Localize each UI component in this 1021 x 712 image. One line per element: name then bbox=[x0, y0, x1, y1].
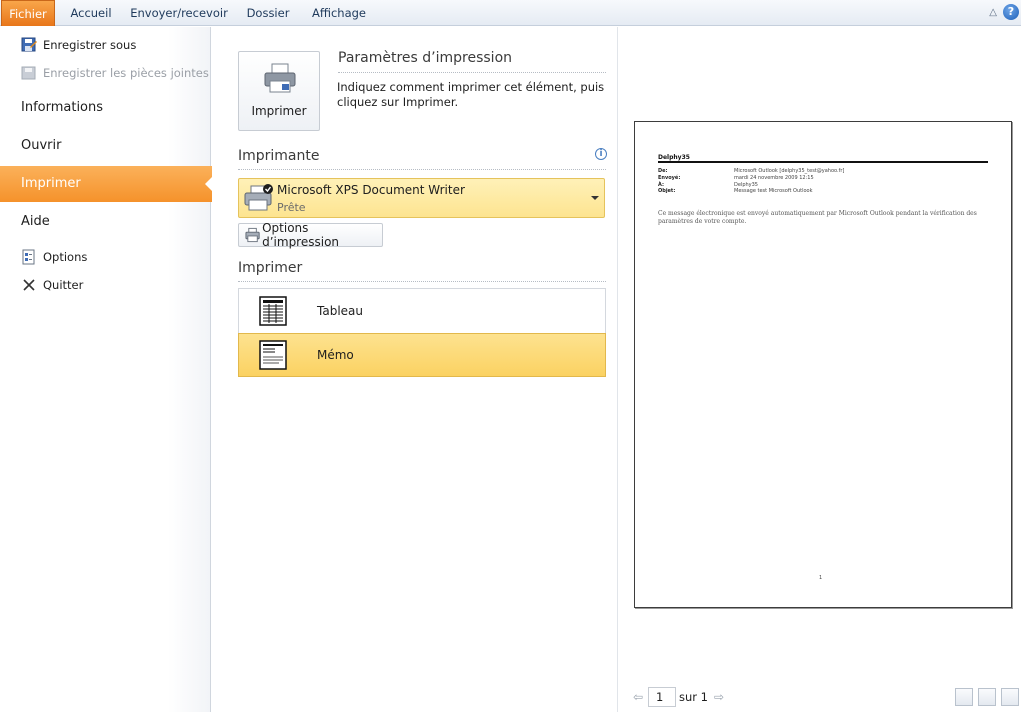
nav-tab-ouvrir[interactable]: Ouvrir bbox=[0, 128, 210, 164]
info-icon[interactable]: i bbox=[595, 148, 607, 160]
close-icon bbox=[21, 277, 37, 293]
tab-accueil[interactable]: Accueil bbox=[60, 0, 122, 26]
preview-body: Ce message électronique est envoyé autom… bbox=[658, 210, 977, 225]
backstage-nav: Enregistrer sous Enregistrer les pièces … bbox=[0, 27, 213, 712]
quit-label: Quitter bbox=[43, 278, 84, 292]
page-total-label: sur 1 bbox=[679, 690, 708, 704]
print-settings-title: Paramètres d’impression bbox=[338, 50, 513, 66]
print-settings-description: Indiquez comment imprimer cet élément, p… bbox=[337, 80, 605, 109]
table-style-icon bbox=[259, 296, 287, 326]
save-as-icon bbox=[21, 37, 37, 53]
zoom-controls bbox=[955, 688, 1019, 706]
print-options-label: Options d’impression bbox=[262, 221, 340, 249]
memo-style-icon bbox=[259, 340, 287, 370]
zoom-to-page-icon[interactable] bbox=[955, 688, 973, 706]
print-preview-area: Delphy35 De: Microsoft Outlook [delphy35… bbox=[619, 27, 1021, 712]
style-label-memo: Mémo bbox=[317, 348, 354, 362]
divider bbox=[238, 169, 606, 170]
printer-icon bbox=[264, 63, 296, 93]
preview-rule bbox=[658, 161, 988, 163]
quit-button[interactable]: Quitter bbox=[0, 272, 210, 298]
multiple-pages-icon[interactable] bbox=[1001, 688, 1019, 706]
preview-page[interactable]: Delphy35 De: Microsoft Outlook [delphy35… bbox=[634, 121, 1012, 608]
printer-ready-icon bbox=[244, 184, 273, 211]
divider bbox=[238, 281, 606, 282]
preview-page-number: 1 bbox=[819, 575, 823, 581]
nav-tab-imprimer[interactable]: Imprimer bbox=[0, 166, 213, 202]
tab-fichier[interactable]: Fichier bbox=[1, 0, 55, 26]
print-settings-panel: Imprimer Paramètres d’impression Indique… bbox=[212, 27, 618, 712]
print-button-label: Imprimer bbox=[251, 104, 307, 118]
preview-field-label: Objet: bbox=[658, 188, 676, 194]
printer-status: Prête bbox=[277, 201, 306, 214]
print-options-button[interactable]: Options d’impression bbox=[238, 221, 383, 249]
minimize-ribbon-icon[interactable]: △ bbox=[989, 7, 997, 18]
nav-tab-informations[interactable]: Informations bbox=[0, 90, 210, 126]
preview-field-label: De: bbox=[658, 168, 668, 174]
ribbon-controls: △ ? bbox=[989, 4, 1019, 20]
tab-dossier[interactable]: Dossier bbox=[238, 0, 298, 26]
save-attachments-button[interactable]: Enregistrer les pièces jointes bbox=[0, 60, 210, 86]
print-button[interactable]: Imprimer bbox=[238, 51, 320, 131]
style-item-memo[interactable]: Mémo bbox=[238, 333, 606, 377]
tab-affichage[interactable]: Affichage bbox=[304, 0, 374, 26]
nav-tab-aide[interactable]: Aide bbox=[0, 204, 210, 240]
preview-field-value: Message test Microsoft Outlook bbox=[734, 188, 813, 194]
save-as-button[interactable]: Enregistrer sous bbox=[0, 32, 210, 58]
fit-page-icon[interactable] bbox=[978, 688, 996, 706]
style-item-tableau[interactable]: Tableau bbox=[239, 289, 605, 333]
ribbon-bar: Fichier Accueil Envoyer/recevoir Dossier… bbox=[0, 0, 1021, 26]
tab-envoyer-recevoir[interactable]: Envoyer/recevoir bbox=[128, 0, 230, 26]
style-label-tableau: Tableau bbox=[317, 304, 363, 318]
divider bbox=[338, 72, 606, 73]
options-button[interactable]: Options bbox=[0, 244, 210, 270]
preview-field-label: Envoyé: bbox=[658, 175, 681, 181]
print-options-icon bbox=[245, 227, 260, 243]
page-number-input[interactable]: 1 bbox=[648, 687, 676, 707]
page-navigator: ⇦ 1 sur 1 ⇨ bbox=[631, 686, 726, 708]
save-attachments-icon bbox=[21, 65, 37, 81]
options-icon bbox=[21, 249, 37, 265]
chevron-down-icon bbox=[591, 196, 599, 200]
printer-section-title: Imprimante bbox=[238, 148, 320, 164]
help-icon[interactable]: ? bbox=[1003, 4, 1019, 20]
preview-field-value: mardi 24 novembre 2009 12:15 bbox=[734, 175, 814, 181]
previous-page-icon[interactable]: ⇦ bbox=[631, 690, 645, 704]
save-as-label: Enregistrer sous bbox=[43, 38, 137, 52]
options-label: Options bbox=[43, 250, 88, 264]
preview-field-value: Microsoft Outlook [delphy35_test@yahoo.f… bbox=[734, 168, 845, 174]
preview-title: Delphy35 bbox=[658, 154, 690, 161]
printer-name: Microsoft XPS Document Writer bbox=[277, 183, 465, 197]
print-style-list: Tableau Mémo bbox=[238, 288, 606, 377]
print-style-title: Imprimer bbox=[238, 260, 303, 276]
next-page-icon[interactable]: ⇨ bbox=[712, 690, 726, 704]
save-attachments-label: Enregistrer les pièces jointes bbox=[43, 66, 209, 80]
printer-dropdown[interactable]: Microsoft XPS Document Writer Prête bbox=[238, 178, 605, 218]
